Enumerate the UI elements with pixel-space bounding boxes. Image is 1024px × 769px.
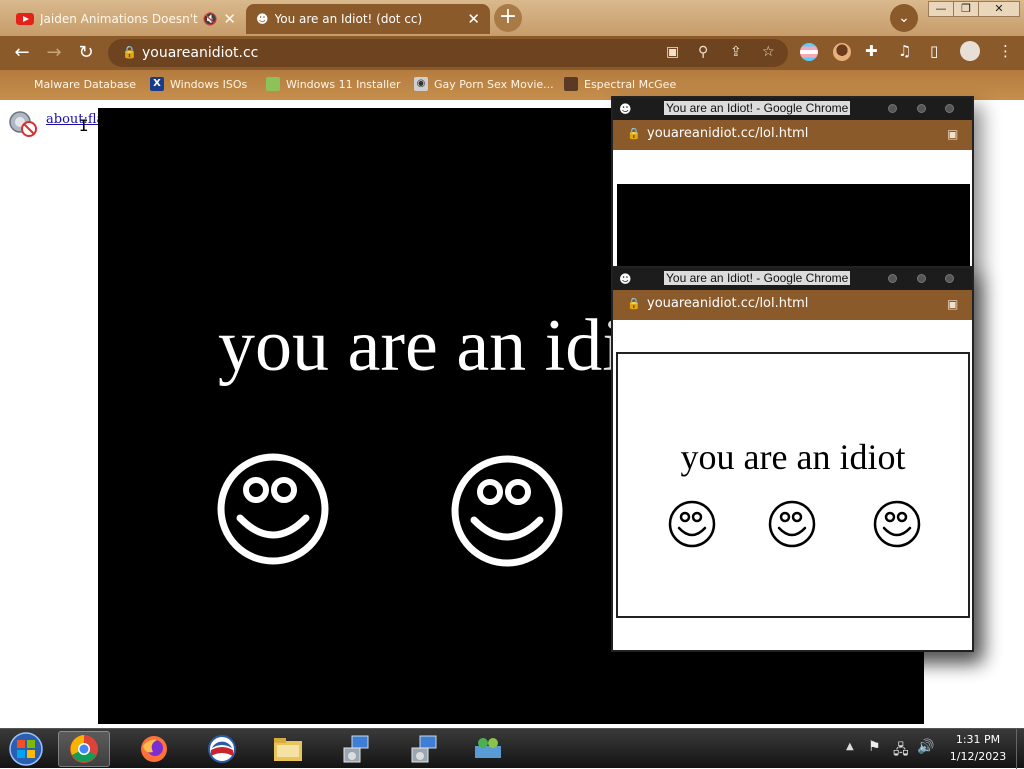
- bookmark-gay-porn[interactable]: ◉ Gay Porn Sex Movie...: [414, 77, 554, 91]
- setup-taskbar-icon[interactable]: [330, 731, 382, 767]
- clock-time[interactable]: 1:31 PM: [946, 733, 1010, 746]
- firefox-icon: [141, 736, 167, 762]
- tab-you-are-an-idiot[interactable]: ☻ You are an Idiot! (dot cc) ✕: [246, 4, 490, 34]
- bookmark-malware-database[interactable]: Malware Database: [14, 77, 136, 91]
- show-desktop-button[interactable]: [1016, 729, 1024, 769]
- tab-search-icon[interactable]: ⌄: [890, 4, 918, 32]
- setup-icon: [343, 735, 369, 763]
- bookmark-star-icon[interactable]: ☆: [762, 44, 775, 60]
- close-window-button[interactable]: [945, 104, 954, 113]
- youtube-icon: [16, 13, 34, 25]
- popup-headline: you are an idiot: [680, 437, 906, 477]
- show-hidden-icons-icon[interactable]: ▲: [846, 741, 854, 752]
- popup-blocked-icon[interactable]: ▣: [947, 127, 958, 141]
- maximize-button[interactable]: ❐: [953, 1, 979, 17]
- tab-jaiden-animations[interactable]: Jaiden Animations Doesn't D 🔇 ✕: [6, 4, 246, 34]
- file-explorer-taskbar-icon[interactable]: [262, 731, 314, 767]
- avatar-extension-icon[interactable]: [833, 43, 851, 61]
- trans-flag-extension-icon[interactable]: [800, 43, 818, 61]
- popup-titlebar[interactable]: ☻ You are an Idiot! - Google Chrome: [613, 98, 972, 120]
- smiley-face-icon: [217, 453, 329, 565]
- share-icon[interactable]: ⇪: [730, 44, 742, 60]
- setup-icon: [411, 735, 437, 763]
- lock-icon[interactable]: 🔒: [627, 127, 641, 140]
- image-icon: [266, 77, 280, 91]
- popup-title: You are an Idiot! - Google Chrome: [664, 101, 851, 115]
- tab-title: You are an Idiot! (dot cc): [274, 12, 423, 26]
- lock-icon[interactable]: 🔒: [627, 297, 641, 310]
- address-url[interactable]: youareanidiot.cc: [142, 45, 258, 61]
- menu-dots-icon[interactable]: ⋮: [998, 42, 1013, 60]
- smiley-icon: ☻: [619, 272, 632, 286]
- popup-window[interactable]: ☻ You are an Idiot! - Google Chrome 🔒 yo…: [611, 266, 974, 652]
- media-control-icon[interactable]: ♫: [898, 42, 911, 60]
- bookmark-espectral-mcgee[interactable]: Espectral McGee: [564, 77, 676, 91]
- minimize-button[interactable]: [888, 274, 897, 283]
- reload-icon[interactable]: ↻: [74, 42, 98, 66]
- popup-stage[interactable]: you are an idiot: [616, 352, 970, 618]
- bookmark-windows-11-installer[interactable]: Windows 11 Installer: [266, 77, 401, 91]
- obama-taskbar-icon[interactable]: [196, 731, 248, 767]
- text-cursor-icon: I: [79, 116, 89, 135]
- firefox-taskbar-icon[interactable]: [128, 731, 180, 767]
- lock-icon[interactable]: 🔒: [122, 45, 137, 59]
- tab-title: Jaiden Animations Doesn't D: [40, 12, 199, 26]
- action-center-flag-icon[interactable]: ⚑: [868, 739, 881, 755]
- extensions-puzzle-icon[interactable]: ✚: [865, 42, 878, 60]
- forward-icon[interactable]: →: [42, 42, 66, 66]
- side-panel-icon[interactable]: ▯: [930, 42, 938, 60]
- smiley-face-icon: [768, 500, 816, 548]
- maximize-button[interactable]: [917, 274, 926, 283]
- smiley-face-icon: [873, 500, 921, 548]
- smiley-icon: ☻: [619, 102, 632, 116]
- close-tab-icon[interactable]: ✕: [223, 10, 236, 28]
- smiley-face-icon: [668, 500, 716, 548]
- profile-avatar-icon[interactable]: [960, 41, 980, 61]
- sonic-icon: ◉: [414, 77, 428, 91]
- popup-url: youareanidiot.cc/lol.html: [647, 126, 809, 141]
- bookmark-windows-isos[interactable]: X Windows ISOs: [150, 77, 247, 91]
- popup-address-bar: 🔒 youareanidiot.cc/lol.html ▣: [613, 290, 972, 320]
- popup-blocked-icon[interactable]: ▣: [666, 44, 679, 60]
- popup-address-bar: 🔒 youareanidiot.cc/lol.html ▣: [613, 120, 972, 150]
- maximize-button[interactable]: [917, 104, 926, 113]
- volume-icon[interactable]: 🔊: [917, 739, 934, 755]
- new-tab-button[interactable]: +: [494, 4, 522, 32]
- zoom-icon[interactable]: ⚲: [698, 44, 708, 60]
- mute-icon[interactable]: 🔇: [202, 12, 217, 26]
- obama-logo-icon: [208, 735, 236, 763]
- smiley-face-icon: [451, 455, 563, 567]
- popup-url: youareanidiot.cc/lol.html: [647, 296, 809, 311]
- folder-icon: [274, 738, 302, 761]
- popup-titlebar[interactable]: ☻ You are an Idiot! - Google Chrome: [613, 268, 972, 290]
- users-taskbar-icon[interactable]: [462, 731, 514, 767]
- clock-date[interactable]: 1/12/2023: [946, 750, 1010, 763]
- minimize-button[interactable]: —: [928, 1, 954, 17]
- network-icon[interactable]: 🖧: [893, 739, 909, 763]
- smiley-icon: ☻: [256, 12, 269, 26]
- users-icon: [475, 738, 501, 758]
- close-tab-icon[interactable]: ✕: [467, 10, 480, 28]
- close-window-button[interactable]: ✕: [978, 1, 1020, 17]
- taskbar: ▲ ⚑ 🖧 🔊 1:31 PM 1/12/2023: [0, 728, 1024, 769]
- character-icon: [564, 77, 578, 91]
- x-logo-icon: X: [150, 77, 164, 91]
- setup-taskbar-icon[interactable]: [398, 731, 450, 767]
- flash-blocked-icon: [9, 111, 37, 137]
- browser-titlebar: Jaiden Animations Doesn't D 🔇 ✕ ☻ You ar…: [0, 0, 1024, 36]
- back-icon[interactable]: ←: [10, 42, 34, 66]
- close-window-button[interactable]: [945, 274, 954, 283]
- minimize-button[interactable]: [888, 104, 897, 113]
- folder-icon: [14, 77, 28, 91]
- chrome-taskbar-icon[interactable]: [58, 731, 110, 767]
- popup-title: You are an Idiot! - Google Chrome: [664, 271, 851, 285]
- start-orb-icon[interactable]: [6, 731, 46, 767]
- chrome-icon: [70, 735, 98, 763]
- popup-stage: [617, 184, 970, 270]
- address-bar[interactable]: 🔒 youareanidiot.cc ▣ ⚲ ⇪ ☆: [108, 39, 788, 67]
- popup-blocked-icon[interactable]: ▣: [947, 297, 958, 311]
